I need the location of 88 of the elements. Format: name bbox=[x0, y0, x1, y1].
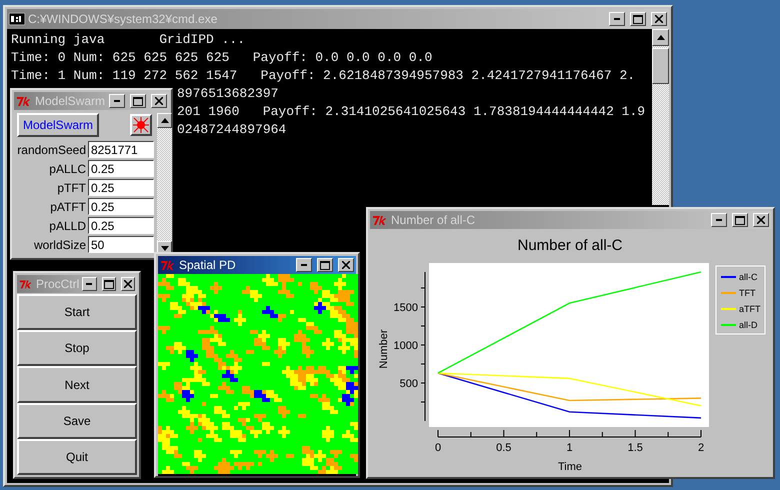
maximize-button[interactable] bbox=[102, 277, 116, 291]
control-button[interactable]: Stop bbox=[17, 330, 137, 366]
feather-logo-icon bbox=[16, 95, 32, 107]
axis-tick-label: 1.5 bbox=[628, 442, 643, 454]
minimize-button[interactable] bbox=[296, 258, 312, 272]
scroll-thumb[interactable] bbox=[652, 48, 669, 84]
console-line: Running java GridIPD ... bbox=[11, 31, 246, 49]
legend-label: aTFT bbox=[739, 304, 760, 314]
maximize-icon bbox=[633, 14, 643, 24]
bug-button[interactable] bbox=[130, 114, 152, 136]
minimize-button[interactable] bbox=[82, 277, 97, 291]
maximize-button[interactable] bbox=[732, 213, 748, 227]
axis-tick-label: 1 bbox=[566, 442, 573, 454]
control-button[interactable]: Start bbox=[17, 294, 137, 330]
maximize-button[interactable] bbox=[130, 94, 146, 108]
close-button[interactable] bbox=[120, 277, 136, 291]
maximize-icon bbox=[735, 216, 745, 224]
scroll-up-button[interactable] bbox=[652, 29, 669, 46]
console-line: 02487244897964 bbox=[177, 121, 286, 139]
down-arrow-icon bbox=[160, 246, 168, 251]
field-label: pALLD bbox=[48, 218, 86, 232]
legend-label: all-C bbox=[739, 272, 758, 282]
close-icon bbox=[655, 15, 663, 23]
window-title: Spatial PD bbox=[179, 258, 237, 272]
close-icon bbox=[342, 261, 350, 269]
window-title: ProcCtrl bbox=[36, 277, 80, 291]
minimize-icon bbox=[614, 18, 620, 20]
window-title: C:¥WINDOWS¥system32¥cmd.exe bbox=[28, 12, 218, 26]
console-line: Time: 0 Num: 625 625 625 625 Payoff: 0.0 0.0 0.0 0.0 bbox=[11, 49, 432, 67]
scrollbar[interactable] bbox=[652, 29, 669, 205]
input-field[interactable]: 8251771 bbox=[88, 141, 154, 158]
field-label: worldSize bbox=[32, 238, 86, 252]
close-icon bbox=[124, 280, 132, 288]
console-line: 201 1960 Payoff: 2.3141025641025643 1.7838194444444442 1.9 bbox=[177, 103, 646, 121]
input-field[interactable]: 0.25 bbox=[88, 179, 154, 196]
field-label: randomSeed bbox=[16, 142, 86, 156]
axis-label: Number bbox=[378, 329, 390, 369]
legend-label: all-D bbox=[739, 320, 758, 330]
control-button[interactable]: Save bbox=[17, 402, 137, 439]
chart-title: Number of all-C bbox=[517, 237, 623, 254]
up-arrow-icon bbox=[656, 35, 664, 40]
minimize-icon bbox=[301, 264, 307, 266]
axis-tick-label: 0.5 bbox=[496, 442, 512, 454]
input-field[interactable]: 0.25 bbox=[88, 198, 154, 215]
maximize-icon bbox=[133, 96, 143, 106]
axis-tick-label: 0 bbox=[434, 442, 442, 454]
control-button[interactable]: Quit bbox=[17, 438, 137, 476]
window-title: Number of all-C bbox=[391, 213, 476, 227]
legend-label: TFT bbox=[739, 288, 756, 298]
field-label: pTFT bbox=[56, 180, 86, 194]
input-field[interactable]: 0.25 bbox=[88, 217, 154, 234]
axis-tick-label: 1500 bbox=[394, 302, 418, 314]
minimize-icon bbox=[86, 283, 92, 285]
minimize-icon bbox=[716, 219, 722, 221]
close-button[interactable] bbox=[338, 258, 354, 272]
axis-tick-label: 500 bbox=[400, 378, 418, 390]
field-label: pATFT bbox=[49, 200, 86, 214]
maximize-icon bbox=[104, 280, 114, 288]
close-icon bbox=[757, 216, 765, 224]
axis-label: Time bbox=[558, 461, 582, 473]
axis-tick-label: 1000 bbox=[394, 340, 418, 352]
close-button[interactable] bbox=[753, 213, 769, 227]
maximize-button[interactable] bbox=[630, 12, 646, 26]
close-icon bbox=[155, 97, 163, 105]
maximize-icon bbox=[320, 260, 330, 270]
minimize-icon bbox=[114, 100, 120, 102]
up-arrow-icon bbox=[160, 118, 168, 123]
close-button[interactable] bbox=[651, 12, 667, 26]
input-field[interactable]: 50 bbox=[88, 236, 154, 253]
feather-logo-icon bbox=[372, 214, 388, 226]
console-icon bbox=[9, 13, 25, 25]
model-button[interactable]: ModelSwarm bbox=[17, 113, 100, 137]
minimize-button[interactable] bbox=[609, 12, 625, 26]
maximize-button[interactable] bbox=[317, 258, 333, 272]
minimize-button[interactable] bbox=[109, 94, 125, 108]
close-button[interactable] bbox=[151, 94, 167, 108]
bug-icon bbox=[133, 117, 149, 133]
input-field[interactable]: 0.25 bbox=[88, 160, 154, 177]
console-line: Time: 1 Num: 119 272 562 1547 Payoff: 2.6218487394957983 2.4241727941176467 2. bbox=[11, 67, 636, 85]
field-label: pALLC bbox=[48, 162, 86, 176]
scroll-up-button[interactable] bbox=[157, 113, 172, 128]
feather-logo-icon bbox=[19, 278, 33, 290]
window-title: ModelSwarm bbox=[35, 94, 106, 108]
control-button[interactable]: Next bbox=[17, 366, 137, 403]
feather-logo-icon bbox=[160, 259, 176, 271]
console-line: 8976513682397 bbox=[177, 85, 278, 103]
axis-tick-label: 2 bbox=[698, 442, 704, 454]
minimize-button[interactable] bbox=[711, 213, 727, 227]
